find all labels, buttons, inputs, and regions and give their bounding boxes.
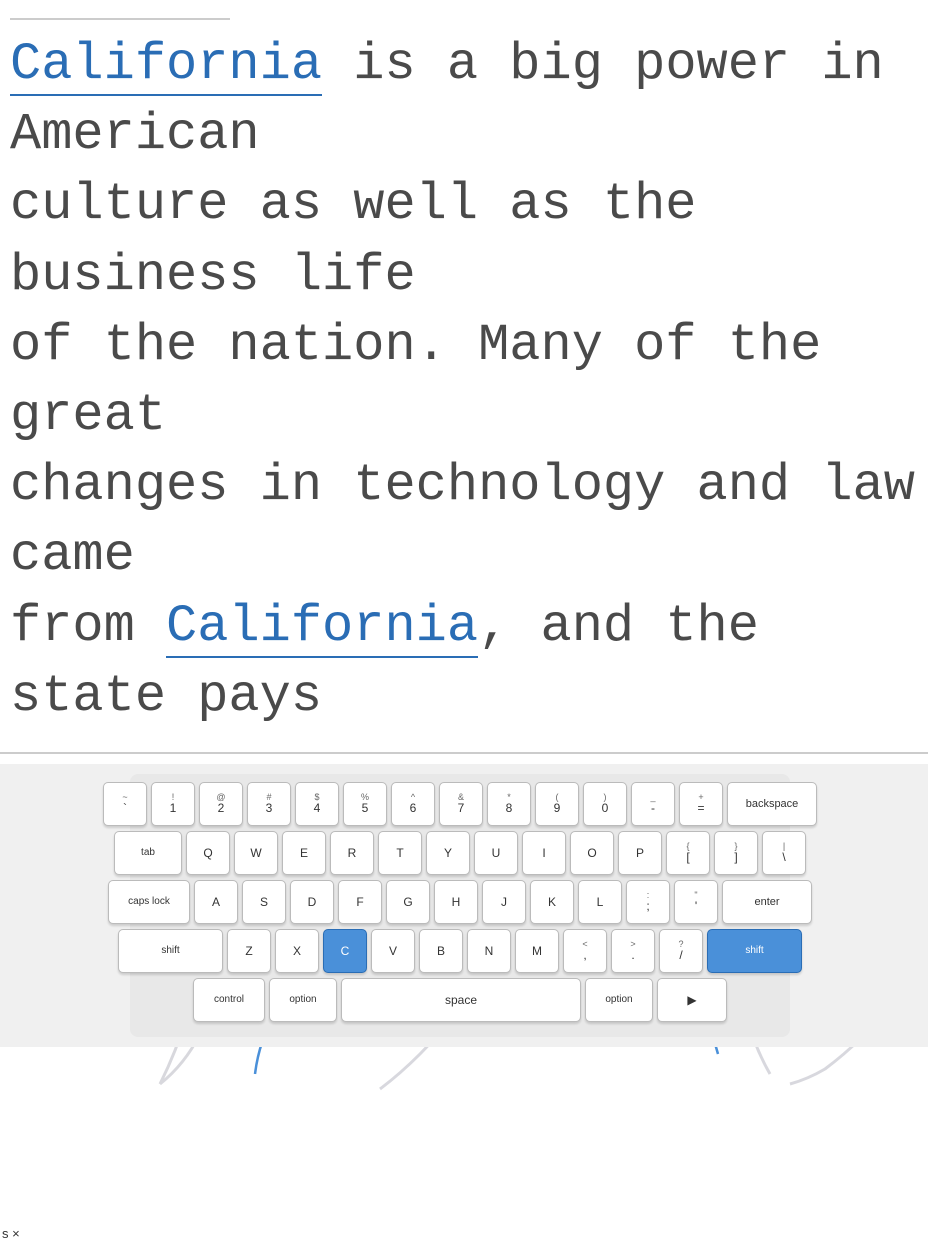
key-9[interactable]: (9 [535, 782, 579, 826]
key-5[interactable]: %5 [343, 782, 387, 826]
key-d[interactable]: D [290, 880, 334, 924]
california-link[interactable]: California [10, 35, 322, 96]
key-minus[interactable]: _- [631, 782, 675, 826]
key-i[interactable]: I [522, 831, 566, 875]
key-equals[interactable]: += [679, 782, 723, 826]
keyboard: ~` !1 @2 #3 $4 %5 ^6 &7 *8 (9 )0 _- += b… [130, 774, 790, 1037]
key-backtick[interactable]: ~` [103, 782, 147, 826]
key-q[interactable]: Q [186, 831, 230, 875]
key-control[interactable]: control [193, 978, 265, 1022]
key-option-right[interactable]: option [585, 978, 653, 1022]
key-a[interactable]: A [194, 880, 238, 924]
text-line1-rest: is a big power in Americanculture as wel… [10, 35, 915, 656]
key-rbracket[interactable]: }] [714, 831, 758, 875]
zxcv-row: shift Z X C V B N M <, >. ?/ shift [136, 929, 784, 973]
key-4[interactable]: $4 [295, 782, 339, 826]
key-r[interactable]: R [330, 831, 374, 875]
key-t[interactable]: T [378, 831, 422, 875]
key-backspace[interactable]: backspace [727, 782, 817, 826]
key-2[interactable]: @2 [199, 782, 243, 826]
key-b[interactable]: B [419, 929, 463, 973]
key-arrow-right[interactable]: ▶ [657, 978, 727, 1022]
asdf-row: caps lock A S D F G H J K L :; "' enter [136, 880, 784, 924]
key-s[interactable]: S [242, 880, 286, 924]
key-o[interactable]: O [570, 831, 614, 875]
key-e[interactable]: E [282, 831, 326, 875]
key-backslash[interactable]: |\ [762, 831, 806, 875]
key-quote[interactable]: "' [674, 880, 718, 924]
key-space[interactable]: space [341, 978, 581, 1022]
sx-label: s × [2, 1226, 20, 1241]
keyboard-section: s × ~` !1 @2 #3 $ [0, 764, 928, 1047]
key-8[interactable]: *8 [487, 782, 531, 826]
key-option-left[interactable]: option [269, 978, 337, 1022]
key-enter[interactable]: enter [722, 880, 812, 924]
key-7[interactable]: &7 [439, 782, 483, 826]
key-w[interactable]: W [234, 831, 278, 875]
key-x[interactable]: X [275, 929, 319, 973]
key-0[interactable]: )0 [583, 782, 627, 826]
key-y[interactable]: Y [426, 831, 470, 875]
keyboard-container: ~` !1 @2 #3 $4 %5 ^6 &7 *8 (9 )0 _- += b… [0, 764, 928, 1047]
key-g[interactable]: G [386, 880, 430, 924]
key-j[interactable]: J [482, 880, 526, 924]
qwerty-row: tab Q W E R T Y U I O P {[ }] |\ [136, 831, 784, 875]
key-shift-right[interactable]: shift [707, 929, 802, 973]
key-tab[interactable]: tab [114, 831, 182, 875]
california-link-2[interactable]: California [166, 597, 478, 658]
key-m[interactable]: M [515, 929, 559, 973]
key-k[interactable]: K [530, 880, 574, 924]
key-p[interactable]: P [618, 831, 662, 875]
key-n[interactable]: N [467, 929, 511, 973]
key-slash[interactable]: ?/ [659, 929, 703, 973]
key-z[interactable]: Z [227, 929, 271, 973]
key-l[interactable]: L [578, 880, 622, 924]
main-text-block: California is a big power in Americancul… [0, 20, 928, 754]
key-h[interactable]: H [434, 880, 478, 924]
key-3[interactable]: #3 [247, 782, 291, 826]
key-period[interactable]: >. [611, 929, 655, 973]
number-row: ~` !1 @2 #3 $4 %5 ^6 &7 *8 (9 )0 _- += b… [136, 782, 784, 826]
key-comma[interactable]: <, [563, 929, 607, 973]
key-v[interactable]: V [371, 929, 415, 973]
key-f[interactable]: F [338, 880, 382, 924]
key-lbracket[interactable]: {[ [666, 831, 710, 875]
bottom-row: control option space option ▶ [136, 978, 784, 1022]
key-shift-left[interactable]: shift [118, 929, 223, 973]
key-capslock[interactable]: caps lock [108, 880, 190, 924]
key-c[interactable]: C [323, 929, 367, 973]
key-semicolon[interactable]: :; [626, 880, 670, 924]
key-u[interactable]: U [474, 831, 518, 875]
key-1[interactable]: !1 [151, 782, 195, 826]
key-6[interactable]: ^6 [391, 782, 435, 826]
